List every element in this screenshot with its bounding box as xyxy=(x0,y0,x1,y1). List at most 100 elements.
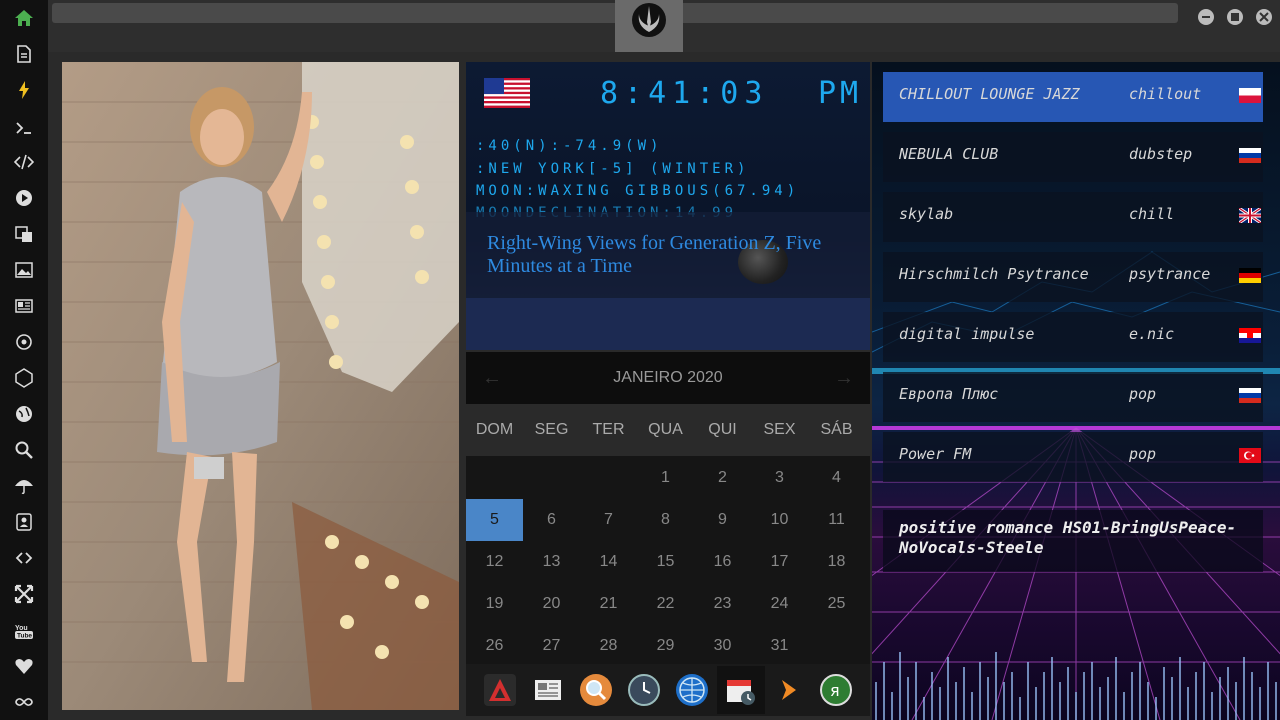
news-icon[interactable] xyxy=(10,292,38,320)
clock-ampm: PM xyxy=(818,76,863,111)
russia-flag-icon xyxy=(1239,388,1261,403)
station-name: Hirschmilch Psytrance xyxy=(899,265,1089,283)
calendar-day[interactable]: 30 xyxy=(694,625,751,667)
play-icon[interactable] xyxy=(10,184,38,212)
wallpaper-photo xyxy=(62,62,459,710)
play-arrow-icon[interactable] xyxy=(772,674,804,706)
rebel-alliance-icon xyxy=(632,3,666,37)
app-icon[interactable] xyxy=(484,674,516,706)
search-icon[interactable] xyxy=(10,436,38,464)
calendar-day[interactable]: 22 xyxy=(637,583,694,625)
station-name: digital impulse xyxy=(899,325,1035,343)
clock-footer xyxy=(466,298,870,350)
station-row[interactable]: digital impulse e.nic xyxy=(883,312,1263,362)
calendar-day[interactable]: 15 xyxy=(637,541,694,583)
calendar-day[interactable]: 14 xyxy=(580,541,637,583)
calendar-day[interactable]: 29 xyxy=(637,625,694,667)
calendar-day[interactable]: 25 xyxy=(808,583,865,625)
station-row[interactable]: Hirschmilch Psytrance psytrance xyxy=(883,252,1263,302)
news-headline[interactable]: Right-Wing Views for Generation Z, Five … xyxy=(487,232,847,278)
station-row[interactable]: Power FM pop xyxy=(883,432,1263,482)
yandex-icon[interactable]: я xyxy=(820,674,852,706)
calendar-day-selected[interactable]: 5 xyxy=(466,499,523,541)
lightning-icon[interactable] xyxy=(10,76,38,104)
weekday-label: SÁB xyxy=(820,421,853,438)
calendar-day[interactable]: 3 xyxy=(751,457,808,499)
calendar-day[interactable]: 23 xyxy=(694,583,751,625)
top-bar xyxy=(48,0,1280,52)
station-row[interactable]: CHILLOUT LOUNGE JAZZ chillout xyxy=(883,72,1263,122)
weekday-label: QUI xyxy=(708,421,737,438)
station-row[interactable]: skylab chill xyxy=(883,192,1263,242)
home-icon[interactable] xyxy=(10,4,38,32)
document-icon[interactable] xyxy=(10,40,38,68)
weekday-label: DOM xyxy=(475,421,514,438)
umbrella-icon[interactable] xyxy=(10,472,38,500)
next-month-icon[interactable]: → xyxy=(834,367,854,390)
calendar-day[interactable]: 11 xyxy=(808,499,865,541)
calendar-day[interactable]: 13 xyxy=(523,541,580,583)
station-name: Европа Плюс xyxy=(899,385,999,403)
calendar-day[interactable]: 8 xyxy=(637,499,694,541)
contact-icon[interactable] xyxy=(10,508,38,536)
calendar-day[interactable]: 24 xyxy=(751,583,808,625)
calendar-day[interactable]: 1 xyxy=(637,457,694,499)
station-name: NEBULA CLUB xyxy=(899,145,999,163)
image-icon[interactable] xyxy=(10,256,38,284)
prev-month-icon[interactable]: ← xyxy=(482,367,502,390)
turkey-flag-icon xyxy=(1239,448,1261,463)
minimize-button[interactable] xyxy=(1198,9,1214,25)
heart-icon[interactable] xyxy=(10,652,38,680)
clock-icon[interactable] xyxy=(628,674,660,706)
clock-time: 8:41:03 xyxy=(600,76,769,111)
station-genre: pop xyxy=(1129,445,1157,463)
station-genre: psytrance xyxy=(1129,265,1211,283)
station-row[interactable]: NEBULA CLUB dubstep xyxy=(883,132,1263,182)
code-icon[interactable] xyxy=(10,148,38,176)
maximize-button[interactable] xyxy=(1227,9,1243,25)
rebel-logo-tab[interactable] xyxy=(615,0,683,52)
newspaper-icon[interactable] xyxy=(532,674,564,706)
calendar-day[interactable]: 2 xyxy=(694,457,751,499)
coordinates-text: :40(N):-74.9(W) xyxy=(476,138,663,154)
calendar-day[interactable]: 31 xyxy=(751,625,808,667)
calendar-day[interactable]: 12 xyxy=(466,541,523,583)
uk-flag-icon xyxy=(1239,208,1261,223)
magnifier-icon[interactable] xyxy=(580,674,612,706)
station-row[interactable]: Европа Плюс pop xyxy=(883,372,1263,422)
hexagon-icon[interactable] xyxy=(10,364,38,392)
svg-text:я: я xyxy=(830,681,840,700)
globe-icon[interactable] xyxy=(10,400,38,428)
calendar-day[interactable]: 9 xyxy=(694,499,751,541)
station-name: CHILLOUT LOUNGE JAZZ xyxy=(899,85,1080,103)
close-button[interactable] xyxy=(1256,9,1272,25)
calendar-icon[interactable] xyxy=(724,674,756,706)
calendar-day[interactable]: 16 xyxy=(694,541,751,583)
calendar-day[interactable]: 20 xyxy=(523,583,580,625)
calendar-day[interactable]: 4 xyxy=(808,457,865,499)
expand-icon[interactable] xyxy=(10,580,38,608)
station-genre: chillout xyxy=(1129,85,1202,103)
calendar-day[interactable]: 27 xyxy=(523,625,580,667)
news-ticker[interactable]: Right-Wing Views for Generation Z, Five … xyxy=(466,212,870,300)
sun-gear-icon[interactable] xyxy=(10,328,38,356)
link-icon[interactable] xyxy=(10,544,38,572)
calendar-day[interactable]: 17 xyxy=(751,541,808,583)
calendar-day[interactable]: 6 xyxy=(523,499,580,541)
calendar-day[interactable]: 28 xyxy=(580,625,637,667)
sidebar: You Tube xyxy=(0,0,48,720)
calendar-day[interactable]: 18 xyxy=(808,541,865,583)
weekday-row: DOM SEG TER QUA QUI SEX SÁB xyxy=(466,404,870,456)
calendar-day[interactable]: 26 xyxy=(466,625,523,667)
translate-icon[interactable] xyxy=(10,220,38,248)
infinity-icon[interactable] xyxy=(10,688,38,716)
calendar-day[interactable]: 7 xyxy=(580,499,637,541)
terminal-icon[interactable] xyxy=(10,114,38,142)
now-playing: positive romance HS01-BringUsPeace-NoVoc… xyxy=(883,510,1263,572)
calendar-header: ← JANEIRO 2020 → xyxy=(466,352,870,404)
globe-icon[interactable] xyxy=(676,674,708,706)
calendar-day[interactable]: 19 xyxy=(466,583,523,625)
youtube-icon[interactable]: You Tube xyxy=(10,616,38,644)
calendar-day[interactable]: 21 xyxy=(580,583,637,625)
calendar-day[interactable]: 10 xyxy=(751,499,808,541)
